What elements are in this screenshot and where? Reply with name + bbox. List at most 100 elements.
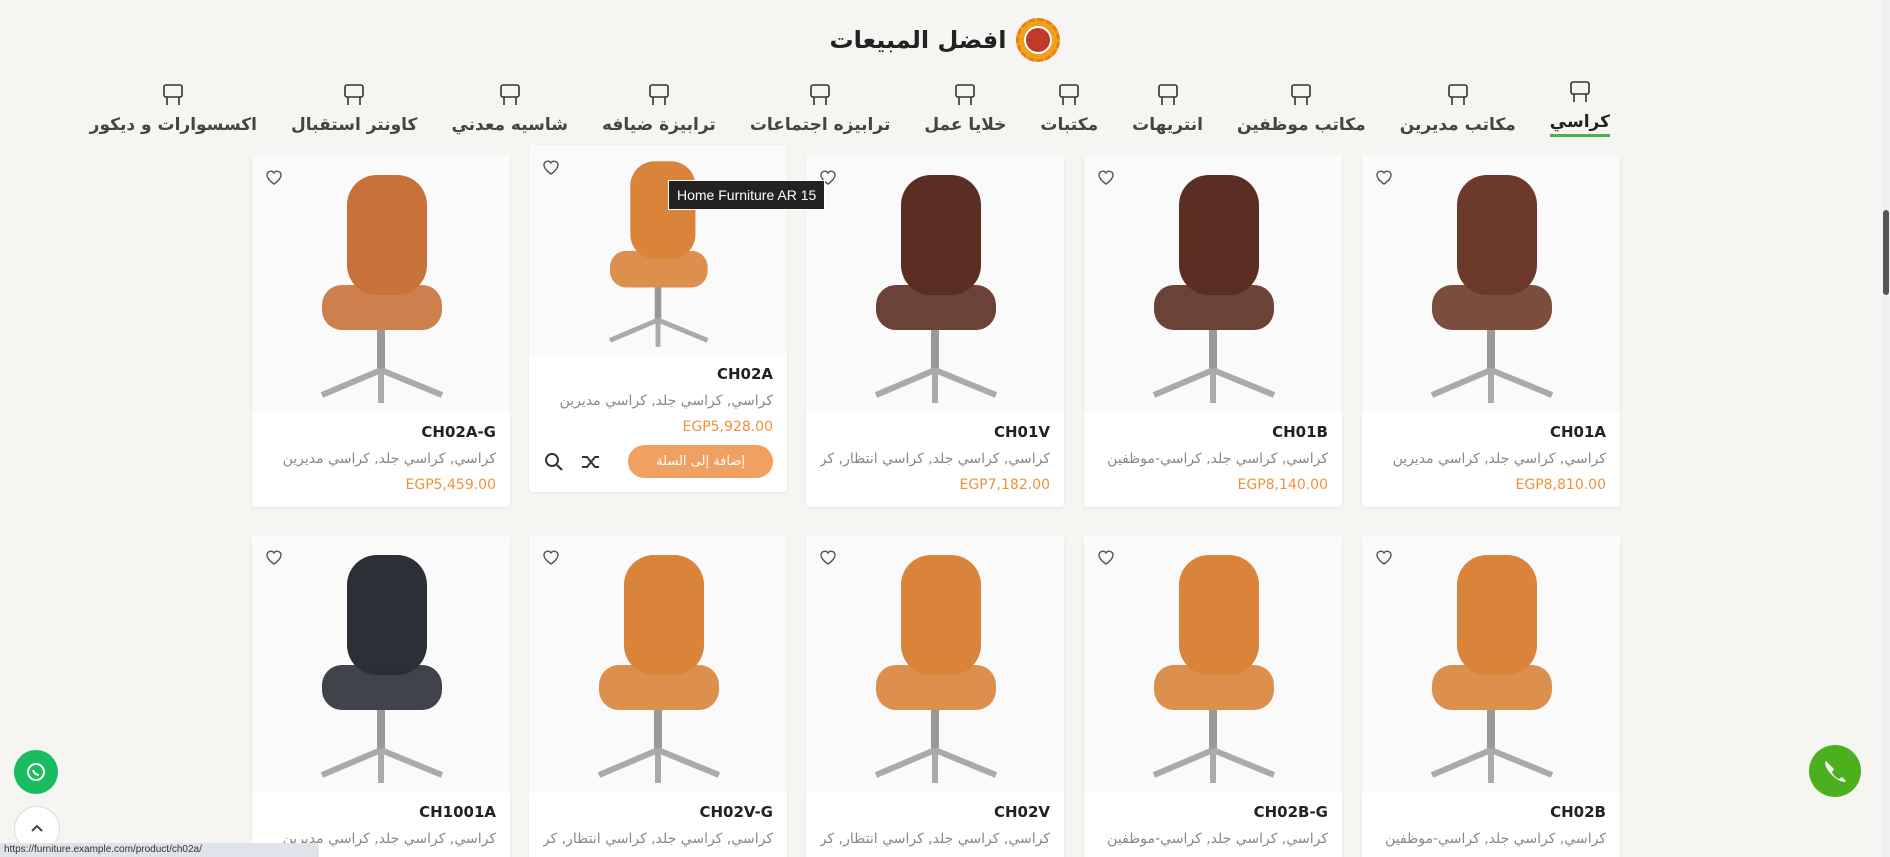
product-categories: كراسي, كراسي جلد, كراسي مديرين — [282, 451, 496, 467]
tab-5[interactable]: خلايا عمل — [924, 81, 1006, 137]
tab-2[interactable]: مكاتب موظفين — [1237, 81, 1366, 137]
product-image[interactable] — [252, 535, 510, 793]
product-price: EGP5,459.00 — [405, 477, 496, 493]
tab-3[interactable]: انتريهات — [1132, 81, 1203, 137]
product-name[interactable]: CH02V — [820, 803, 1050, 821]
product-categories: كراسي, كراسي جلد, كراسي-موظفين — [1385, 831, 1606, 847]
product-name[interactable]: CH02B-G — [1098, 803, 1328, 821]
product-name[interactable]: CH1001A — [266, 803, 496, 821]
wishlist-heart-icon[interactable] — [818, 547, 838, 567]
product-info: CH02B-G كراسي, كراسي جلد, كراسي-موظفين — [1084, 793, 1342, 857]
wishlist-heart-icon[interactable] — [264, 547, 284, 567]
product-card[interactable]: CH02B-G كراسي, كراسي جلد, كراسي-موظفين — [1084, 535, 1342, 857]
product-image[interactable] — [1084, 535, 1342, 793]
page: افضل المبيعات كراسي مكاتب مديرين مكاتب موظ… — [0, 0, 1890, 857]
tab-0[interactable]: كراسي — [1549, 78, 1610, 137]
whatsapp-button[interactable] — [14, 750, 58, 794]
product-name[interactable]: CH02B — [1376, 803, 1606, 821]
product-card[interactable]: CH1001A كراسي, كراسي جلد, كراسي مديرين — [252, 535, 510, 857]
product-price: EGP7,182.00 — [959, 477, 1050, 493]
product-image[interactable] — [806, 155, 1064, 413]
phone-icon — [1825, 761, 1846, 782]
tab-label: مكاتب موظفين — [1236, 115, 1366, 135]
chair-illustration — [1152, 555, 1276, 783]
product-categories: كراسي, كراسي جلد, كراسي-موظفين — [1107, 451, 1328, 467]
call-button[interactable] — [1809, 745, 1861, 797]
product-info: CH01V كراسي, كراسي جلد, كراسي انتظار, كرا… — [806, 413, 1064, 507]
tab-label: اكسسوارات و ديكور — [89, 115, 257, 135]
wishlist-heart-icon[interactable] — [1096, 167, 1116, 187]
tab-9[interactable]: كاونتر استقبال — [291, 81, 417, 137]
tab-8[interactable]: شاسيه معدني — [451, 81, 568, 137]
product-card[interactable]: CH02A-G كراسي, كراسي جلد, كراسي مديرين EGP… — [252, 155, 510, 507]
chair-illustration — [320, 555, 444, 783]
tab-label: انتريهات — [1132, 115, 1203, 135]
desk-icon — [1447, 84, 1468, 105]
product-info: CH01B كراسي, كراسي جلد, كراسي-موظفين EGP8,… — [1084, 413, 1342, 507]
tab-label: شاسيه معدني — [451, 115, 568, 135]
product-categories: كراسي, كراسي جلد, كراسي انتظار, كراسي — [820, 451, 1050, 467]
product-card[interactable]: CH02V كراسي, كراسي جلد, كراسي انتظار, كرا… — [806, 535, 1064, 857]
chair-icon — [1570, 81, 1590, 102]
product-price: EGP8,140.00 — [1237, 477, 1328, 493]
product-image[interactable] — [1362, 155, 1620, 413]
compare-shuffle-icon[interactable] — [579, 451, 601, 473]
wishlist-heart-icon[interactable] — [541, 157, 561, 177]
chair-illustration — [874, 175, 998, 403]
product-image[interactable] — [1084, 155, 1342, 413]
product-card[interactable]: CH02B كراسي, كراسي جلد, كراسي-موظفين — [1362, 535, 1620, 857]
product-info: CH02V كراسي, كراسي جلد, كراسي انتظار, كرا… — [806, 793, 1064, 857]
add-to-cart-button[interactable]: إضافة إلى السلة — [628, 445, 773, 478]
product-name[interactable]: CH01A — [1376, 423, 1606, 441]
tab-label: ترابيزة ضيافه — [601, 115, 716, 135]
section-title: افضل المبيعات — [829, 26, 1007, 54]
chair-illustration — [874, 555, 998, 783]
product-image[interactable] — [529, 145, 787, 355]
cabinet-icon — [1059, 84, 1080, 105]
product-price: EGP8,810.00 — [1515, 477, 1606, 493]
product-image[interactable] — [1362, 535, 1620, 793]
product-image[interactable] — [806, 535, 1064, 793]
tab-label: خلايا عمل — [924, 115, 1007, 135]
chair-illustration — [1430, 175, 1554, 403]
best-seller-badge-icon — [1016, 18, 1061, 62]
product-info: CH01A كراسي, كراسي جلد, كراسي مديرين EGP8,… — [1362, 413, 1620, 507]
workstation-icon — [955, 84, 976, 105]
chair-illustration — [597, 555, 721, 783]
tab-10[interactable]: اكسسوارات و ديكور — [90, 81, 257, 137]
tab-7[interactable]: ترابيزة ضيافه — [602, 81, 716, 137]
decor-icon — [163, 84, 184, 105]
product-name[interactable]: CH02V-G — [543, 803, 774, 821]
product-name[interactable]: CH02A — [543, 365, 773, 383]
chair-illustration — [1152, 175, 1276, 403]
product-card[interactable]: CH01V كراسي, كراسي جلد, كراسي انتظار, كرا… — [806, 155, 1064, 507]
page-scrollbar[interactable] — [1882, 0, 1890, 857]
wishlist-heart-icon[interactable] — [1374, 547, 1394, 567]
wishlist-heart-icon[interactable] — [1096, 547, 1116, 567]
product-card[interactable]: CH02V-G كراسي, كراسي جلد, كراسي انتظار, ك… — [529, 535, 787, 857]
wishlist-heart-icon[interactable] — [1374, 167, 1394, 187]
search-icon[interactable] — [543, 451, 565, 473]
chair-illustration — [609, 161, 709, 347]
tab-label: مكاتب مديرين — [1399, 115, 1516, 135]
product-info: CH02B كراسي, كراسي جلد, كراسي-موظفين — [1362, 793, 1620, 857]
product-image[interactable] — [252, 155, 510, 413]
product-card[interactable]: CH01A كراسي, كراسي جلد, كراسي مديرين EGP8,… — [1362, 155, 1620, 507]
product-categories: كراسي, كراسي جلد, كراسي انتظار, كراسي — [820, 831, 1050, 847]
chevron-up-icon — [31, 824, 43, 832]
product-card[interactable]: CH01B كراسي, كراسي جلد, كراسي-موظفين EGP8,… — [1084, 155, 1342, 507]
product-name[interactable]: CH02A-G — [266, 423, 496, 441]
tab-label: ترابيزه اجتماعات — [749, 115, 891, 135]
wishlist-heart-icon[interactable] — [264, 167, 284, 187]
metal-cabinet-icon — [499, 84, 520, 105]
product-name[interactable]: CH01B — [1098, 423, 1328, 441]
product-info: CH02A كراسي, كراسي جلد, كراسي مديرين EGP5,… — [529, 355, 787, 492]
product-image[interactable] — [529, 535, 787, 793]
office-desk-icon — [1291, 84, 1312, 105]
wishlist-heart-icon[interactable] — [541, 547, 561, 567]
tab-1[interactable]: مكاتب مديرين — [1400, 81, 1516, 137]
tab-label: مكتبات — [1040, 115, 1099, 135]
tab-6[interactable]: ترابيزه اجتماعات — [749, 81, 891, 137]
product-name[interactable]: CH01V — [820, 423, 1050, 441]
tab-4[interactable]: مكتبات — [1040, 81, 1098, 137]
